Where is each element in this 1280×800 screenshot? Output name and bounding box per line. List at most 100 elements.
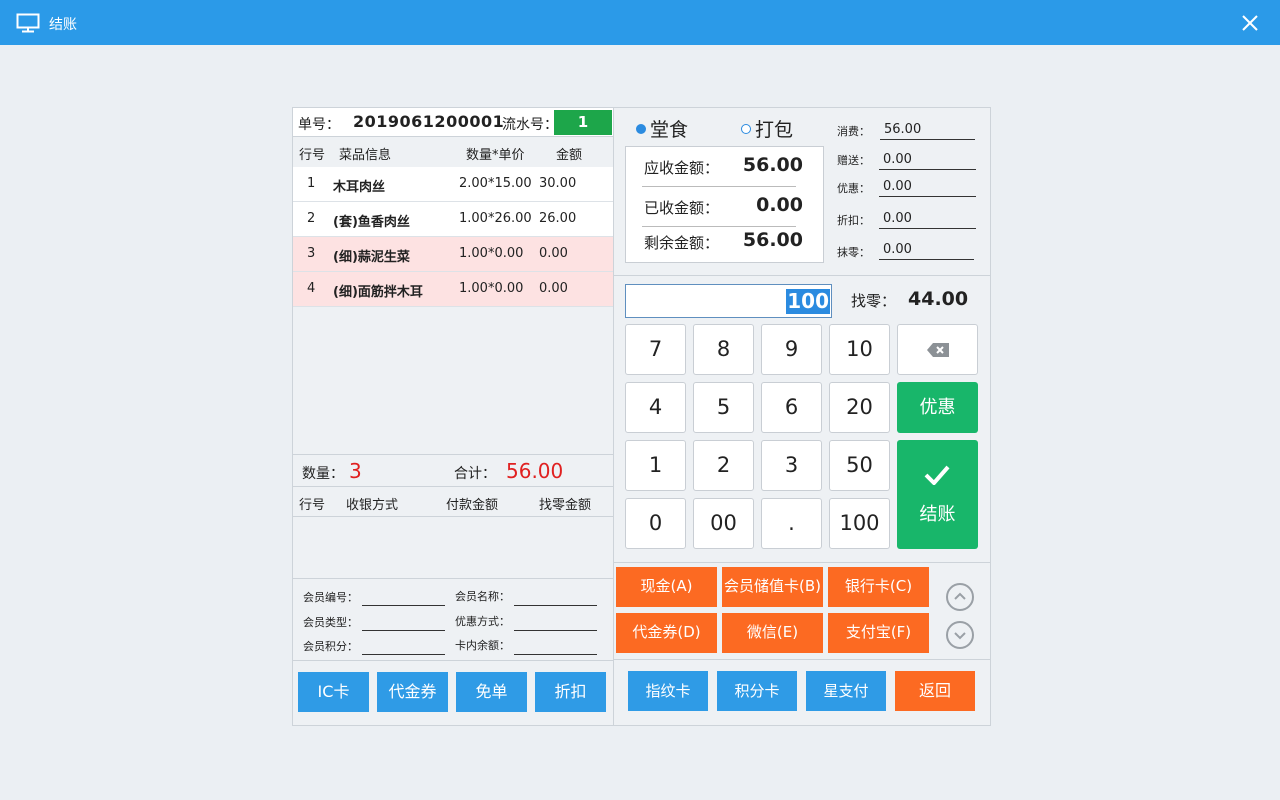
key-2[interactable]: 2	[693, 440, 754, 491]
points-card-button[interactable]: 积分卡	[717, 671, 797, 711]
dine-in-radio[interactable]: 堂食	[636, 115, 688, 142]
ic-card-button[interactable]: IC卡	[298, 672, 369, 712]
table-row[interactable]: 4 (细)面筋拌木耳 1.00*0.00 0.00	[293, 272, 613, 307]
row-line: 3	[307, 246, 316, 261]
receivable-value: 56.00	[742, 154, 803, 176]
member-info: 会员编号： 会员名称： 会员类型： 优惠方式： 会员积分： 卡内余额：	[293, 578, 613, 661]
alipay-button[interactable]: 支付宝(F)	[828, 613, 929, 653]
qty-label: 数量：	[302, 466, 344, 482]
row-qty-price: 2.00*15.00	[459, 176, 532, 191]
spend-label: 消费：	[837, 125, 870, 138]
member-name-label: 会员名称：	[455, 590, 510, 603]
key-100[interactable]: 100	[829, 498, 890, 549]
amount-input-value: 100	[786, 289, 830, 314]
table-row[interactable]: 1 木耳肉丝 2.00*15.00 30.00	[293, 167, 613, 202]
row-name: 木耳肉丝	[333, 180, 386, 195]
col-info: 菜品信息	[339, 148, 392, 163]
key-6[interactable]: 6	[761, 382, 822, 433]
qty-value: 3	[349, 459, 362, 483]
total-value: 56.00	[506, 459, 564, 483]
key-00[interactable]: 00	[693, 498, 754, 549]
row-amount: 0.00	[539, 281, 568, 296]
key-7[interactable]: 7	[625, 324, 686, 375]
checkout-panel: 单号： 2019061200001 流水号： 1 行号 菜品信息 数量*单价 金…	[292, 107, 991, 726]
discount-button[interactable]: 折扣	[535, 672, 606, 712]
fingerprint-card-button[interactable]: 指纹卡	[628, 671, 708, 711]
col-line: 行号	[299, 498, 326, 513]
serial-label: 流水号：	[502, 117, 558, 133]
row-name: (套)鱼香肉丝	[333, 215, 410, 230]
serial-no: 1	[554, 110, 612, 135]
divider	[613, 108, 614, 725]
spend-value: 56.00	[884, 122, 922, 137]
row-name: (细)面筋拌木耳	[333, 285, 423, 300]
table-row[interactable]: 3 (细)蒜泥生菜 1.00*0.00 0.00	[293, 237, 613, 272]
stored-value-card-button[interactable]: 会员储值卡(B)	[722, 567, 823, 607]
col-qty-price: 数量*单价	[466, 148, 525, 163]
card-balance-label: 卡内余额：	[455, 639, 510, 652]
order-bar: 单号： 2019061200001 流水号： 1	[293, 108, 613, 137]
monitor-icon	[16, 13, 40, 33]
key-8[interactable]: 8	[693, 324, 754, 375]
takeaway-label: 打包	[755, 119, 794, 141]
divider	[614, 562, 990, 563]
member-points-field	[362, 654, 445, 655]
key-5[interactable]: 5	[693, 382, 754, 433]
free-order-button[interactable]: 免单	[456, 672, 527, 712]
order-no: 2019061200001	[353, 112, 505, 131]
discount-mode-label: 优惠方式：	[455, 615, 510, 628]
takeaway-radio[interactable]: 打包	[741, 115, 793, 142]
row-line: 4	[307, 281, 316, 296]
key-50[interactable]: 50	[829, 440, 890, 491]
discount-label: 优惠：	[837, 182, 870, 195]
star-pay-button[interactable]: 星支付	[806, 671, 886, 711]
key-0[interactable]: 0	[625, 498, 686, 549]
key-9[interactable]: 9	[761, 324, 822, 375]
key-20[interactable]: 20	[829, 382, 890, 433]
row-line: 1	[307, 176, 316, 191]
backspace-icon	[926, 343, 949, 357]
row-amount: 0.00	[539, 246, 568, 261]
bank-card-button[interactable]: 银行卡(C)	[828, 567, 929, 607]
divider	[642, 186, 796, 187]
discount-underline	[879, 196, 976, 197]
gift-label: 赠送：	[837, 154, 870, 167]
scroll-down-button[interactable]	[946, 621, 974, 649]
member-no-field	[362, 605, 445, 606]
close-icon[interactable]	[1236, 10, 1264, 36]
backspace-button[interactable]	[897, 324, 978, 375]
key-4[interactable]: 4	[625, 382, 686, 433]
table-row[interactable]: 2 (套)鱼香肉丝 1.00*26.00 26.00	[293, 202, 613, 237]
key-dot[interactable]: .	[761, 498, 822, 549]
divider	[614, 659, 990, 660]
amount-input[interactable]: 100	[625, 284, 832, 318]
payments-header: 行号 收银方式 付款金额 找零金额	[293, 488, 613, 517]
row-amount: 26.00	[539, 211, 577, 226]
voucher-button[interactable]: 代金券	[377, 672, 448, 712]
checkout-button[interactable]: 结账	[897, 440, 978, 549]
items-header: 行号 菜品信息 数量*单价 金额	[293, 138, 613, 167]
discount-value: 0.00	[883, 179, 912, 194]
col-method: 收银方式	[346, 498, 399, 513]
back-button[interactable]: 返回	[895, 671, 975, 711]
discount-key[interactable]: 优惠	[897, 382, 978, 433]
key-3[interactable]: 3	[761, 440, 822, 491]
window-title: 结账	[49, 17, 77, 33]
rebate-value: 0.00	[883, 211, 912, 226]
order-no-label: 单号：	[298, 117, 340, 133]
col-change: 找零金额	[539, 498, 592, 513]
member-type-field	[362, 630, 445, 631]
chevron-down-icon	[954, 632, 966, 640]
gift-underline	[879, 169, 976, 170]
voucher-pay-button[interactable]: 代金券(D)	[616, 613, 717, 653]
scroll-up-button[interactable]	[946, 583, 974, 611]
key-10[interactable]: 10	[829, 324, 890, 375]
rebate-underline	[879, 228, 976, 229]
row-name: (细)蒜泥生菜	[333, 250, 410, 265]
rebate-label: 折扣：	[837, 214, 870, 227]
divider	[642, 226, 796, 227]
cash-button[interactable]: 现金(A)	[616, 567, 717, 607]
key-1[interactable]: 1	[625, 440, 686, 491]
col-paid: 付款金额	[446, 498, 499, 513]
wechat-pay-button[interactable]: 微信(E)	[722, 613, 823, 653]
